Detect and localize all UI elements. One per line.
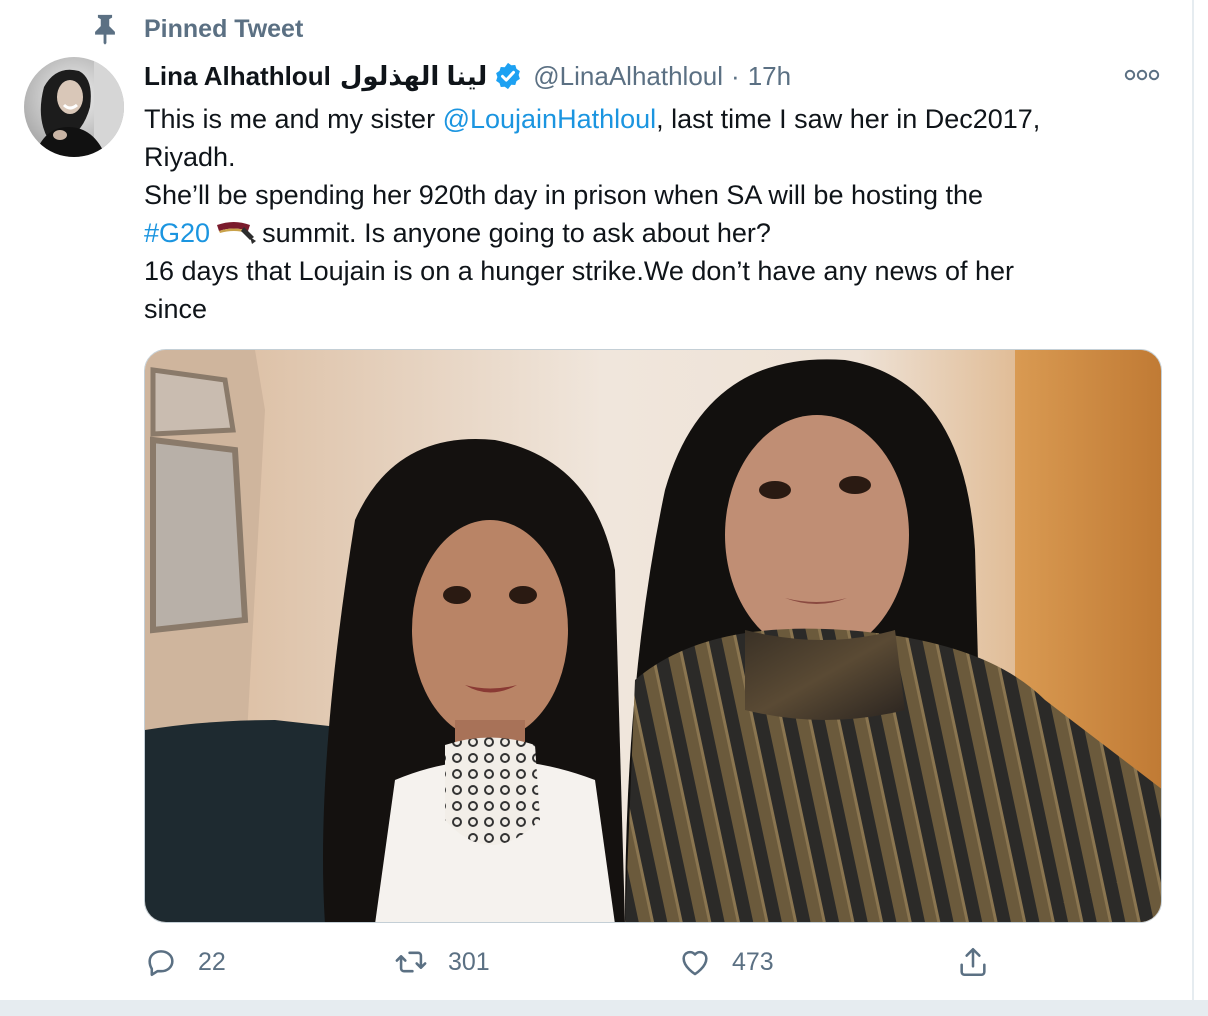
tweet-photo[interactable] bbox=[144, 349, 1162, 923]
tweet-timestamp[interactable]: 17h bbox=[748, 61, 791, 92]
share-icon bbox=[960, 947, 986, 977]
more-options-icon[interactable] bbox=[1122, 64, 1162, 86]
tweet-text-line: since bbox=[144, 294, 208, 324]
pinned-tweet[interactable]: Pinned Tweet Lina Alhathloul لينا الهذلو… bbox=[0, 0, 1192, 1000]
heart-icon bbox=[682, 950, 708, 976]
author-name[interactable]: Lina Alhathloul bbox=[144, 61, 331, 92]
reply-count: 22 bbox=[198, 947, 226, 976]
pinned-tweet-header: Pinned Tweet bbox=[0, 10, 800, 46]
retweet-count: 301 bbox=[448, 947, 490, 976]
tweet-text-line: This is me and my sister @LoujainHathlou… bbox=[144, 100, 1154, 138]
pin-icon bbox=[95, 14, 115, 45]
hashtag-link[interactable]: #G20 bbox=[144, 218, 210, 248]
timeline-border bbox=[1192, 0, 1194, 1000]
tweet-text-line: Riyadh. bbox=[144, 142, 236, 172]
like-count: 473 bbox=[732, 947, 774, 976]
text-segment: This is me and my sister bbox=[144, 104, 443, 134]
author-handle[interactable]: @LinaAlhathloul bbox=[533, 61, 723, 92]
text-segment: summit. Is anyone going to ask about her… bbox=[262, 218, 771, 248]
g20-hashflag-icon bbox=[217, 222, 257, 244]
verified-badge-icon bbox=[496, 62, 521, 90]
pinned-tweet-label: Pinned Tweet bbox=[144, 15, 304, 43]
header-separator: · bbox=[731, 60, 740, 91]
share-button[interactable] bbox=[956, 938, 990, 986]
retweet-icon bbox=[395, 951, 427, 973]
tweet-text: This is me and my sister @LoujainHathlou… bbox=[144, 100, 1154, 328]
tweet-text-line: She’ll be spending her 920th day in pris… bbox=[144, 180, 984, 210]
tweet-header: Lina Alhathloul لينا الهذلول @LinaAlhath… bbox=[144, 58, 1144, 94]
text-segment: , last time I saw her in Dec2017, bbox=[656, 104, 1041, 134]
reply-button[interactable]: 22 bbox=[144, 938, 226, 986]
like-button[interactable]: 473 bbox=[678, 938, 774, 986]
tweet-text-line: #G20 summit. Is anyone going to ask abou… bbox=[144, 214, 1154, 252]
avatar[interactable] bbox=[24, 57, 124, 157]
reply-icon bbox=[148, 950, 174, 977]
retweet-button[interactable]: 301 bbox=[394, 938, 490, 986]
tweet-text-line: 16 days that Loujain is on a hunger stri… bbox=[144, 256, 1015, 286]
mention-link[interactable]: @LoujainHathloul bbox=[443, 104, 657, 134]
author-name-arabic[interactable]: لينا الهذلول bbox=[340, 61, 487, 92]
tweet-actions: 22 301 473 bbox=[144, 938, 1024, 986]
timeline-divider bbox=[0, 1000, 1208, 1016]
